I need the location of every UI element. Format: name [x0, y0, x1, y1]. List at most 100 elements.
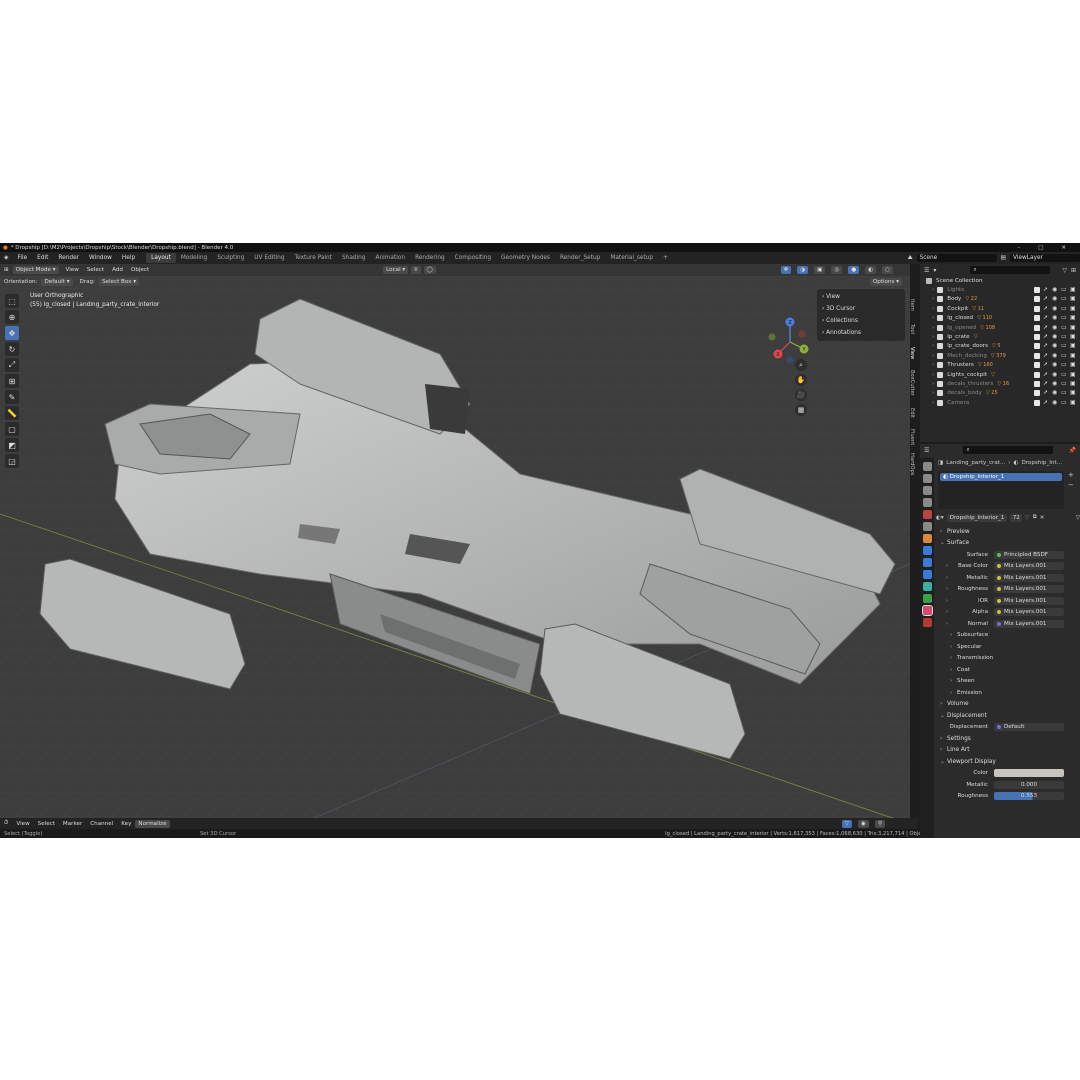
auto-key-icon[interactable]: ◉: [858, 819, 869, 828]
eye-icon[interactable]: ◉: [1052, 305, 1058, 312]
camera-view-icon[interactable]: 🎥: [795, 389, 807, 401]
rotate-tool-icon[interactable]: ↻: [5, 342, 19, 356]
monitor-icon[interactable]: ▭: [1061, 324, 1067, 331]
shader-subpanel[interactable]: › Subsurface: [936, 630, 1080, 642]
move-tool-icon[interactable]: ✥: [5, 326, 19, 340]
shader-subpanel[interactable]: › Sheen: [936, 676, 1080, 688]
viewport-menu-view[interactable]: View: [62, 267, 83, 273]
outliner-search-input[interactable]: ⌕: [970, 266, 1051, 274]
select-arrow-icon[interactable]: ➚: [1043, 334, 1049, 340]
viewport-menu-add[interactable]: Add: [108, 267, 127, 273]
exclude-checkbox[interactable]: [1034, 315, 1040, 322]
select-arrow-icon[interactable]: ➚: [1043, 343, 1049, 349]
outliner-row[interactable]: › lg_opened ▽ 108 ➚ ◉ ▭ ▣: [920, 323, 1080, 332]
close-button[interactable]: ✕: [1061, 245, 1066, 251]
expand-arrow-icon[interactable]: ›: [946, 563, 948, 569]
menu-window[interactable]: Window: [84, 255, 117, 261]
tab-texture-paint[interactable]: Texture Paint: [290, 253, 337, 263]
expand-arrow-icon[interactable]: ›: [932, 362, 934, 368]
select-arrow-icon[interactable]: ➚: [1043, 399, 1049, 406]
view-layer-tab-icon[interactable]: [922, 498, 932, 507]
shader-input-field[interactable]: Mix Layers.001: [994, 619, 1064, 628]
add-slot-button[interactable]: +: [1068, 471, 1074, 479]
outliner-filter-icon[interactable]: ▽: [1062, 267, 1067, 274]
expand-arrow-icon[interactable]: ›: [932, 296, 934, 302]
modifier-tab-icon[interactable]: [922, 546, 932, 555]
shader-input-field[interactable]: Mix Layers.001: [994, 585, 1064, 594]
select-arrow-icon[interactable]: ➚: [1043, 305, 1049, 312]
outliner-row[interactable]: › Thrusters ▽ 160 ➚ ◉ ▭ ▣: [920, 361, 1080, 370]
material-slot-list[interactable]: ◐ Dropship_Interior_1: [938, 471, 1064, 509]
xray-toggle-icon[interactable]: ▣: [814, 266, 826, 274]
boxcutter-tool-icon[interactable]: ◩: [5, 438, 19, 452]
shader-subpanel[interactable]: › Emission: [936, 687, 1080, 699]
outliner-row[interactable]: › Cockpit ▽ 11 ➚ ◉ ▭ ▣: [920, 304, 1080, 313]
outliner-row[interactable]: › Lights_cockpit ▽ ➚ ◉ ▭ ▣: [920, 370, 1080, 379]
tab-edit[interactable]: Edit: [909, 401, 915, 425]
unlink-material-icon[interactable]: ✕: [1040, 515, 1045, 521]
tab-fluent[interactable]: Fluent: [909, 425, 915, 449]
editor-type-icon[interactable]: ⊞: [0, 267, 13, 273]
outliner-row[interactable]: › lg_closed ▽ 110 ➚ ◉ ▭ ▣: [920, 314, 1080, 323]
npanel-3d-cursor[interactable]: › 3D Cursor: [817, 303, 905, 315]
options-dropdown[interactable]: Options ▾: [869, 278, 902, 286]
gizmo-toggle-icon[interactable]: ✥: [780, 266, 792, 274]
properties-editor-icon[interactable]: ☰: [924, 447, 929, 454]
monitor-icon[interactable]: ▭: [1061, 305, 1067, 312]
normalize-toggle[interactable]: Normalize: [135, 819, 170, 828]
tab-boxcutter[interactable]: BoxCutter: [909, 365, 915, 401]
object-mode-dropdown[interactable]: Object Mode ▾: [12, 266, 59, 274]
tab-view[interactable]: View: [909, 341, 915, 365]
monitor-icon[interactable]: ▭: [1061, 287, 1067, 293]
displacement-panel[interactable]: ⌄ Displacement: [936, 710, 1080, 722]
expand-arrow-icon[interactable]: ›: [932, 325, 934, 331]
vd-metallic-field[interactable]: 0.000: [994, 780, 1064, 789]
expand-arrow-icon[interactable]: ›: [946, 586, 948, 592]
select-tool-icon[interactable]: ⬚: [5, 294, 19, 308]
tab-hardops[interactable]: HardOps: [909, 449, 915, 479]
tab-item[interactable]: Item: [909, 293, 915, 317]
tab-animation[interactable]: Animation: [371, 253, 411, 263]
vd-roughness-slider[interactable]: 0.553: [994, 792, 1064, 801]
expand-arrow-icon[interactable]: ›: [932, 381, 934, 387]
physics-tab-icon[interactable]: [922, 570, 932, 579]
expand-arrow-icon[interactable]: ›: [946, 609, 948, 615]
tab-shading[interactable]: Shading: [337, 253, 371, 263]
camera-icon[interactable]: ▣: [1070, 362, 1076, 368]
expand-arrow-icon[interactable]: ›: [946, 575, 948, 581]
material-browse-icon[interactable]: ◐▾: [936, 515, 944, 521]
expand-arrow-icon[interactable]: ›: [946, 598, 948, 604]
exclude-checkbox[interactable]: [1034, 390, 1040, 397]
data-tab-icon[interactable]: [922, 594, 932, 603]
npanel-annotations[interactable]: › Annotations: [817, 327, 905, 339]
hardops-tool-icon[interactable]: ◲: [5, 454, 19, 468]
select-arrow-icon[interactable]: ➚: [1043, 315, 1049, 321]
world-tab-icon[interactable]: [922, 522, 932, 531]
eye-icon[interactable]: ◉: [1052, 334, 1058, 340]
displacement-field[interactable]: Default: [994, 723, 1064, 732]
gizmo-neg-x-icon[interactable]: [798, 330, 806, 338]
npanel-collections[interactable]: › Collections: [817, 315, 905, 327]
wireframe-shading-icon[interactable]: ◎: [831, 266, 843, 274]
camera-icon[interactable]: ▣: [1070, 399, 1076, 406]
select-arrow-icon[interactable]: ➚: [1043, 287, 1049, 293]
measure-tool-icon[interactable]: 📏: [5, 406, 19, 420]
tool-tab-icon[interactable]: [922, 462, 932, 471]
viewport-menu-object[interactable]: Object: [127, 267, 153, 273]
shader-input-field[interactable]: Mix Layers.001: [994, 573, 1064, 582]
camera-icon[interactable]: ▣: [1070, 343, 1076, 349]
blender-menu-icon[interactable]: ◈: [0, 255, 12, 261]
eye-icon[interactable]: ◉: [1052, 399, 1058, 406]
outliner-row[interactable]: › lp_crate ▽ ➚ ◉ ▭ ▣: [920, 332, 1080, 341]
scene-selector[interactable]: Scene: [916, 254, 997, 262]
material-filter-icon[interactable]: ▽: [1076, 515, 1080, 521]
select-arrow-icon[interactable]: ➚: [1043, 362, 1049, 368]
outliner-row[interactable]: › Camera ➚ ◉ ▭ ▣: [920, 398, 1080, 407]
pivot-dropdown[interactable]: Local ▾: [383, 266, 409, 274]
material-users-count[interactable]: 72: [1009, 513, 1022, 522]
pan-hand-icon[interactable]: ✋: [795, 374, 807, 386]
camera-icon[interactable]: ▣: [1070, 296, 1076, 302]
select-arrow-icon[interactable]: ➚: [1043, 390, 1049, 396]
expand-arrow-icon[interactable]: ›: [932, 343, 934, 349]
shader-input-field[interactable]: Mix Layers.001: [994, 562, 1064, 571]
